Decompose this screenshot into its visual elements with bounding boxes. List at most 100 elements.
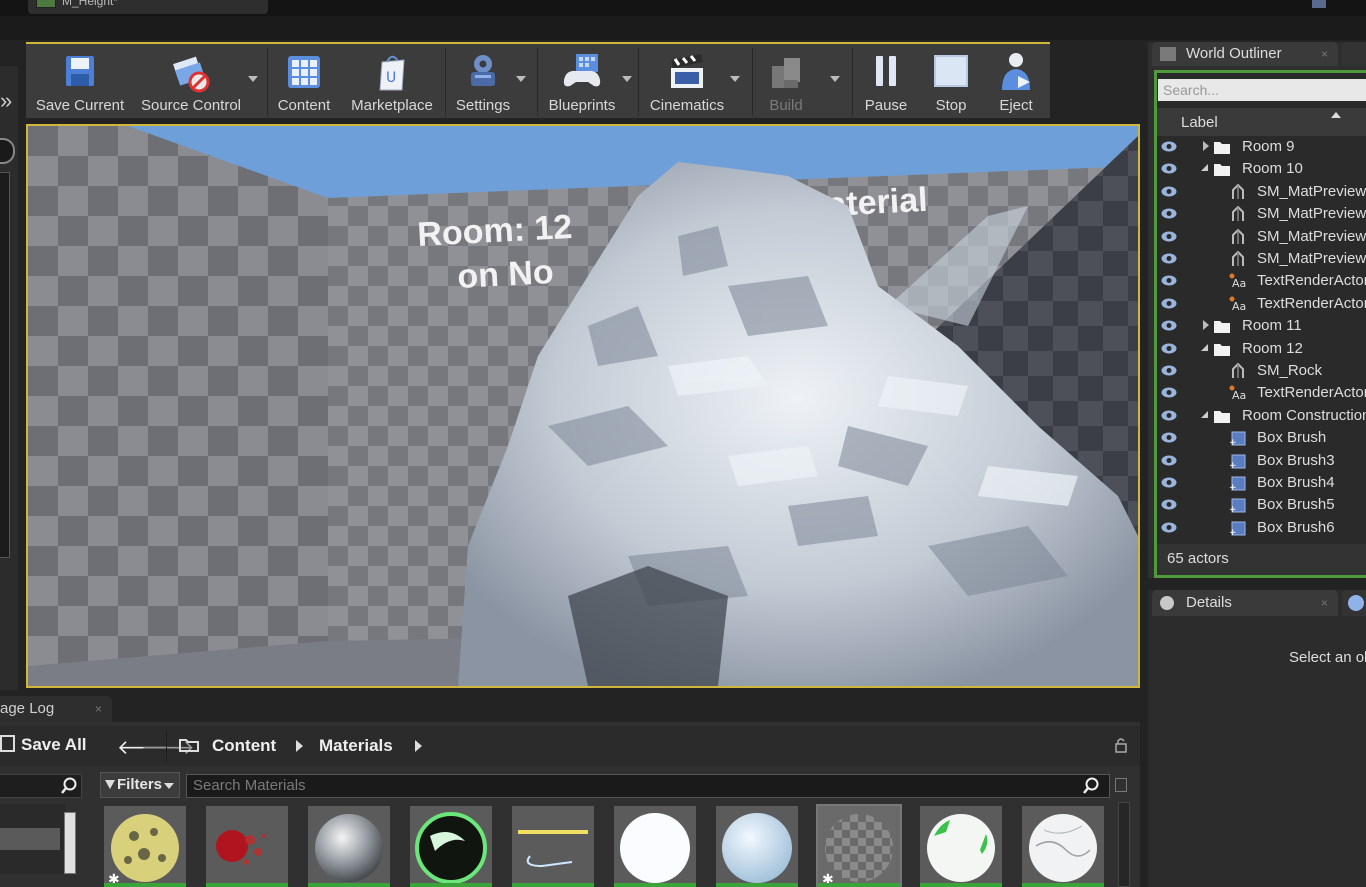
- outliner-actor-row[interactable]: SM_MatPreviewMesh: [1157, 181, 1366, 203]
- sources-scrollbar[interactable]: [64, 812, 76, 874]
- document-tab[interactable]: M_Height*: [28, 0, 268, 14]
- visibility-eye-icon[interactable]: [1161, 522, 1177, 533]
- close-icon[interactable]: ×: [95, 696, 102, 722]
- expand-arrow-icon[interactable]: [1203, 141, 1209, 151]
- extra-tab[interactable]: [1342, 42, 1366, 66]
- outliner-folder-row[interactable]: Room 11: [1157, 315, 1366, 337]
- filters-button[interactable]: Filters: [100, 772, 180, 798]
- breadcrumb-content[interactable]: Content: [212, 736, 276, 756]
- asset-search-input[interactable]: Search Materials: [186, 774, 1110, 798]
- visibility-eye-icon[interactable]: [1161, 320, 1177, 331]
- document-tab-label: M_Height*: [62, 0, 119, 8]
- label-column-header[interactable]: Label: [1181, 114, 1218, 131]
- lock-icon[interactable]: [1114, 737, 1128, 753]
- collapse-arrow-icon[interactable]: [1201, 164, 1208, 171]
- outliner-actor-row[interactable]: + Box Brush5: [1157, 494, 1366, 516]
- settings-button[interactable]: Settings: [450, 44, 516, 118]
- visibility-eye-icon[interactable]: [1161, 387, 1177, 398]
- breadcrumb-arrow-icon[interactable]: [296, 740, 303, 752]
- message-log-tab[interactable]: age Log ×: [0, 696, 112, 722]
- outliner-actor-row[interactable]: + Box Brush3: [1157, 450, 1366, 472]
- eject-button[interactable]: Eject: [988, 44, 1044, 118]
- visibility-eye-icon[interactable]: [1161, 141, 1177, 152]
- toolbar-separator: [852, 48, 853, 116]
- outliner-actor-row[interactable]: Aa TextRenderActor: [1157, 270, 1366, 292]
- marketplace-button[interactable]: U Marketplace: [344, 44, 440, 118]
- asset-tile[interactable]: ✱: [104, 806, 186, 887]
- cinematics-button[interactable]: Cinematics: [642, 44, 732, 118]
- source-control-dropdown[interactable]: [246, 44, 260, 118]
- stop-button[interactable]: Stop: [921, 44, 981, 118]
- visibility-eye-icon[interactable]: [1161, 163, 1177, 174]
- sources-selected-row[interactable]: [0, 828, 60, 850]
- asset-tile[interactable]: [206, 806, 288, 887]
- outliner-actor-row[interactable]: + Box Brush: [1157, 427, 1366, 449]
- details-tab[interactable]: Details ×: [1152, 590, 1338, 616]
- breadcrumb-arrow-icon[interactable]: [415, 740, 422, 752]
- breadcrumb-materials[interactable]: Materials: [319, 736, 393, 756]
- close-icon[interactable]: ×: [1321, 590, 1328, 616]
- save-all-button[interactable]: Save All: [0, 735, 87, 755]
- build-button[interactable]: Build: [756, 44, 816, 118]
- window-button[interactable]: [1312, 0, 1326, 8]
- outliner-folder-row[interactable]: Room Construction: [1157, 405, 1366, 427]
- outliner-actor-row[interactable]: + Box Brush6: [1157, 517, 1366, 539]
- asset-tile[interactable]: [410, 806, 492, 887]
- outliner-actor-row[interactable]: Aa TextRenderActor: [1157, 293, 1366, 315]
- blueprints-button[interactable]: Blueprints: [542, 44, 622, 118]
- content-button[interactable]: Content: [272, 44, 336, 118]
- expand-arrow-icon[interactable]: [1203, 320, 1209, 330]
- level-viewport[interactable]: Room: 12 aterial on No: [26, 124, 1140, 688]
- visibility-eye-icon[interactable]: [1161, 410, 1177, 421]
- outliner-actor-row[interactable]: SM_Rock: [1157, 360, 1366, 382]
- asset-scrollbar[interactable]: [1118, 802, 1130, 887]
- cinematics-dropdown[interactable]: [728, 44, 742, 118]
- outliner-actor-row[interactable]: SM_MatPreviewMesh: [1157, 248, 1366, 270]
- collapse-arrow-icon[interactable]: [1201, 344, 1208, 351]
- asset-tile[interactable]: [1022, 806, 1104, 887]
- outliner-folder-row[interactable]: Room 9: [1157, 136, 1366, 158]
- visibility-eye-icon[interactable]: [1161, 186, 1177, 197]
- blueprints-dropdown[interactable]: [620, 44, 634, 118]
- light-blue-sphere-icon: [722, 813, 792, 883]
- search-icon[interactable]: [1082, 777, 1100, 795]
- asset-tile[interactable]: [512, 806, 594, 887]
- asset-tile[interactable]: [308, 806, 390, 887]
- visibility-eye-icon[interactable]: [1161, 365, 1177, 376]
- settings-dropdown[interactable]: [514, 44, 528, 118]
- outliner-folder-row[interactable]: Room 12: [1157, 338, 1366, 360]
- save-current-button[interactable]: Save Current: [30, 44, 130, 118]
- asset-tile[interactable]: [716, 806, 798, 887]
- collapse-arrow-icon[interactable]: [1201, 411, 1208, 418]
- outliner-actor-row[interactable]: SM_MatPreviewMesh: [1157, 226, 1366, 248]
- asset-tile[interactable]: [614, 806, 696, 887]
- visibility-eye-icon[interactable]: [1161, 343, 1177, 354]
- visibility-eye-icon[interactable]: [1161, 208, 1177, 219]
- asset-tile-selected[interactable]: ✱: [816, 804, 902, 887]
- source-control-button[interactable]: Source Control: [136, 44, 246, 118]
- outliner-actor-row[interactable]: + Box Brush4: [1157, 472, 1366, 494]
- save-search-icon[interactable]: [1115, 778, 1127, 792]
- visibility-eye-icon[interactable]: [1161, 253, 1177, 264]
- sort-ascending-icon[interactable]: [1331, 112, 1341, 118]
- outliner-folder-row[interactable]: Room 10: [1157, 158, 1366, 180]
- outliner-actor-row[interactable]: Aa TextRenderActor: [1157, 382, 1366, 404]
- outliner-search-input[interactable]: Search...: [1158, 79, 1366, 101]
- visibility-eye-icon[interactable]: [1161, 275, 1177, 286]
- world-settings-tab[interactable]: [1342, 590, 1366, 616]
- visibility-eye-icon[interactable]: [1161, 432, 1177, 443]
- build-dropdown[interactable]: [828, 44, 842, 118]
- search-icon[interactable]: [60, 777, 78, 795]
- visibility-eye-icon[interactable]: [1161, 455, 1177, 466]
- visibility-eye-icon[interactable]: [1161, 298, 1177, 309]
- close-icon[interactable]: ×: [1321, 42, 1328, 66]
- left-scrollbar[interactable]: [0, 172, 10, 558]
- visibility-eye-icon[interactable]: [1161, 499, 1177, 510]
- pause-button[interactable]: Pause: [856, 44, 916, 118]
- visibility-eye-icon[interactable]: [1161, 477, 1177, 488]
- expand-arrows-icon[interactable]: »: [0, 88, 12, 114]
- world-outliner-tab[interactable]: World Outliner ×: [1152, 42, 1338, 66]
- asset-tile[interactable]: [920, 806, 1002, 887]
- outliner-actor-row[interactable]: SM_MatPreviewMesh: [1157, 203, 1366, 225]
- visibility-eye-icon[interactable]: [1161, 231, 1177, 242]
